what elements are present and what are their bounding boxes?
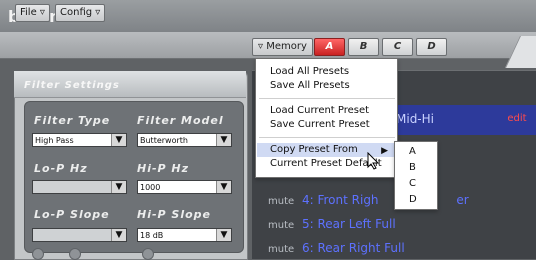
hip-hz-value: 1000: [140, 183, 161, 192]
hip-hz-select[interactable]: 1000 ▼: [137, 180, 232, 194]
chevron-down-icon: ▼: [111, 229, 126, 241]
hip-slope-label: Hi-P Slope: [137, 208, 212, 221]
memory-label: Memory: [266, 41, 307, 52]
mute-toggle[interactable]: mute: [268, 244, 294, 255]
preset-tab-a[interactable]: A: [314, 38, 345, 56]
channel-row[interactable]: mute 6: Rear Right Full: [268, 241, 405, 255]
knob-icon[interactable]: [142, 248, 154, 260]
channel-name: 4: Front Righ: [301, 193, 379, 207]
config-label: Config: [60, 7, 93, 18]
filter-settings-title: Filter Settings: [24, 80, 120, 91]
config-menu-button[interactable]: Config ▿: [55, 4, 106, 22]
knob-icon[interactable]: [69, 248, 81, 260]
mute-toggle[interactable]: mute: [268, 196, 294, 207]
chevron-down-icon: ▼: [216, 229, 231, 241]
lop-hz-select[interactable]: ▼: [32, 180, 127, 194]
file-label: File: [20, 7, 37, 18]
copy-from-d-item[interactable]: D: [409, 193, 429, 206]
chevron-down-icon: ▼: [216, 181, 231, 193]
chevron-down-icon: ▿: [258, 41, 267, 52]
load-current-preset-item[interactable]: Load Current Preset: [270, 104, 398, 118]
copy-preset-from-label: Copy Preset From: [270, 144, 358, 155]
channel-row[interactable]: mute 4: Front Righ er: [268, 193, 469, 207]
filter-model-label: Filter Model: [137, 114, 224, 127]
copy-preset-submenu: A B C D: [394, 141, 438, 210]
filter-type-label: Filter Type: [34, 114, 111, 127]
lop-hz-label: Lo-P Hz: [34, 162, 88, 175]
hip-slope-value: 18 dB: [140, 231, 164, 240]
channel-name: 5: Rear Left Full: [301, 217, 396, 231]
channel-header-label: Mid-Hi: [396, 112, 434, 126]
filter-model-value: Butterworth: [140, 136, 188, 145]
submenu-arrow-icon: ▶: [381, 146, 388, 156]
mute-toggle[interactable]: mute: [268, 220, 294, 231]
copy-from-c-item[interactable]: C: [409, 177, 429, 190]
filter-type-value: High Pass: [35, 136, 74, 145]
lop-slope-select[interactable]: ▼: [32, 228, 127, 242]
channel-name-tail: er: [456, 193, 469, 207]
preset-tab-b[interactable]: B: [348, 38, 379, 56]
lop-slope-label: Lo-P Slope: [34, 208, 110, 221]
chevron-down-icon: ▿: [39, 7, 45, 18]
chevron-down-icon: ▿: [95, 7, 101, 18]
hip-hz-label: Hi-P Hz: [137, 162, 190, 175]
copy-from-b-item[interactable]: B: [409, 161, 429, 174]
channel-name: 6: Rear Right Full: [301, 241, 405, 255]
edit-button[interactable]: edit: [500, 110, 534, 128]
memory-menu-button[interactable]: ▿ Memory: [252, 38, 313, 56]
load-all-presets-item[interactable]: Load All Presets: [270, 65, 398, 79]
preset-tab-c[interactable]: C: [382, 38, 413, 56]
copy-from-a-item[interactable]: A: [409, 145, 429, 158]
chevron-down-icon: ▼: [216, 134, 231, 146]
chevron-down-icon: ▼: [111, 134, 126, 146]
preset-tabs: A B C D: [314, 38, 447, 56]
knob-icon[interactable]: [32, 248, 44, 260]
preset-tab-d[interactable]: D: [416, 38, 447, 56]
menu-separator: [259, 98, 395, 99]
filter-type-select[interactable]: High Pass ▼: [32, 133, 127, 147]
channel-row[interactable]: mute 5: Rear Left Full: [268, 217, 396, 231]
mouse-cursor-icon: [367, 152, 380, 170]
menu-separator: [259, 137, 395, 138]
save-current-preset-item[interactable]: Save Current Preset: [270, 118, 398, 132]
file-menu-button[interactable]: File ▿: [15, 4, 50, 22]
chevron-down-icon: ▼: [111, 181, 126, 193]
hip-slope-select[interactable]: 18 dB ▼: [137, 228, 232, 242]
filter-model-select[interactable]: Butterworth ▼: [137, 133, 232, 147]
save-all-presets-item[interactable]: Save All Presets: [270, 79, 398, 93]
